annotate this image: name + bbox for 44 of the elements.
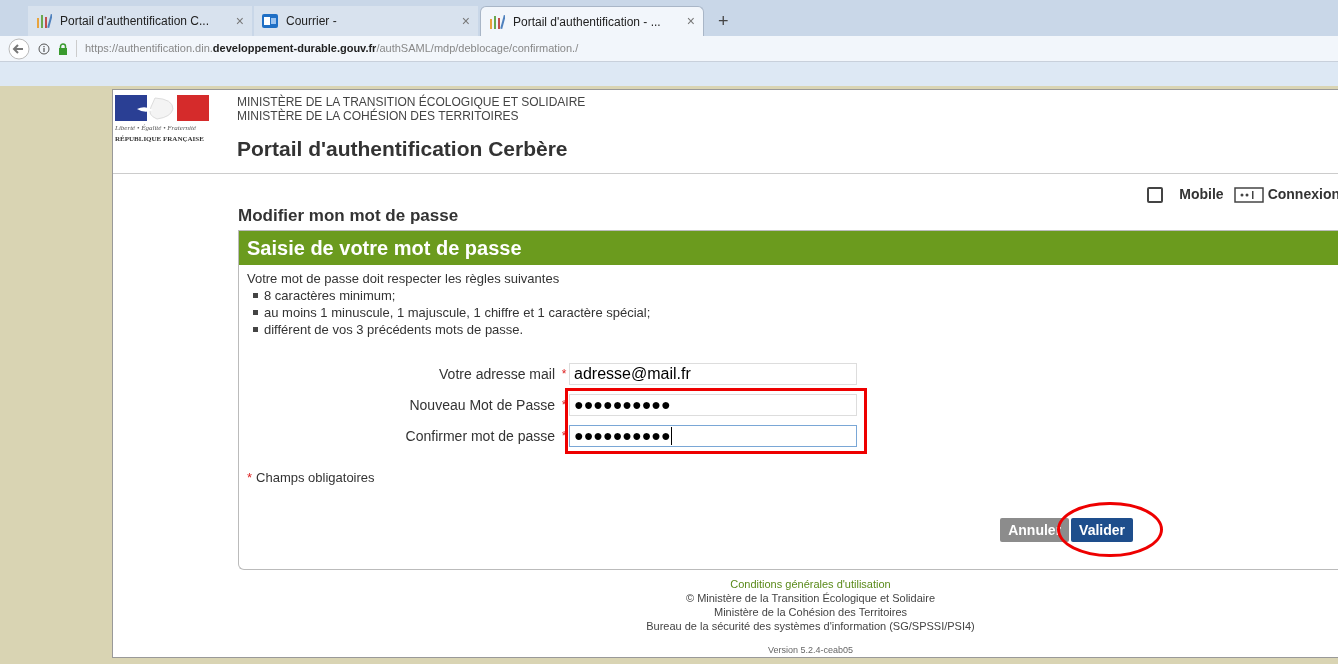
page-heading: Modifier mon mot de passe [238, 204, 460, 227]
field-label: Nouveau Mot de Passe [408, 395, 556, 415]
bullet-icon [253, 327, 258, 332]
close-icon[interactable]: × [461, 10, 470, 32]
footer-text: © Ministère de la Transition Écologique et Solidaire [686, 591, 935, 605]
browser-tab[interactable]: Portail d'authentification - ... × [480, 6, 704, 36]
ministry-name: MINISTÈRE DE LA TRANSITION ÉCOLOGIQUE ET SOLIDAIRE [237, 95, 586, 109]
text-field[interactable]: adresse@mail.fr [569, 363, 857, 385]
portal-title: Portail d'authentification Cerbère [237, 136, 569, 162]
keypad-icon [1233, 186, 1264, 203]
submit-button[interactable]: Valider [1071, 518, 1133, 542]
ministry-name: MINISTÈRE DE LA COHÉSION DES TERRITOIRES [237, 109, 520, 123]
terms-link[interactable]: Conditions générales d'utilisation [730, 577, 891, 591]
new-tab-button[interactable]: + [706, 6, 741, 36]
required-asterisk: * [247, 469, 253, 487]
panel-title: Saisie de votre mot de passe [247, 236, 522, 261]
bars-icon [489, 14, 505, 29]
mail-app-icon [262, 14, 278, 28]
rule-text: au moins 1 minuscule, 1 majuscule, 1 chiffre et 1 caractère spécial; [264, 304, 651, 321]
footer-text: Ministère de la Cohésion des Territoires [714, 605, 907, 619]
close-icon[interactable]: × [686, 11, 695, 32]
bullet-icon [253, 293, 258, 298]
version-text: Version 5.2.4-ceab05 [767, 644, 854, 657]
rules-intro: Votre mot de passe doit respecter les règles suivantes [247, 270, 561, 287]
required-note: Champs obligatoires [256, 469, 375, 487]
required-asterisk: * [560, 366, 568, 383]
browser-tab[interactable]: Courrier - × [254, 6, 478, 36]
option-link[interactable]: Mobile [1147, 184, 1224, 206]
text-field[interactable]: ●●●●●●●●●● [569, 394, 857, 416]
field-label: Confirmer mot de passe [404, 426, 556, 446]
bullet-icon [253, 310, 258, 315]
lock-icon [58, 42, 68, 55]
info-icon[interactable] [38, 42, 50, 55]
url-text[interactable]: https://authentification.din.developpement-durable.gouv.fr/authSAML/mdp/deblocage/confirmation./ [76, 40, 579, 57]
bars-icon [36, 14, 52, 28]
close-icon[interactable]: × [235, 10, 244, 32]
rule-text: 8 caractères minimum; [264, 287, 396, 304]
footer-text: Bureau de la sécurité des systèmes d'information (SG/SPSSI/PSI4) [646, 619, 975, 633]
text-field[interactable]: ●●●●●●●●●● [569, 425, 857, 447]
browser-tab[interactable]: Portail d'authentification C... × [28, 6, 252, 36]
square-icon [1147, 186, 1164, 203]
text-cursor [670, 427, 672, 445]
rule-text: différent de vos 3 précédents mots de passe. [264, 321, 524, 338]
field-label: Votre adresse mail [438, 364, 556, 384]
